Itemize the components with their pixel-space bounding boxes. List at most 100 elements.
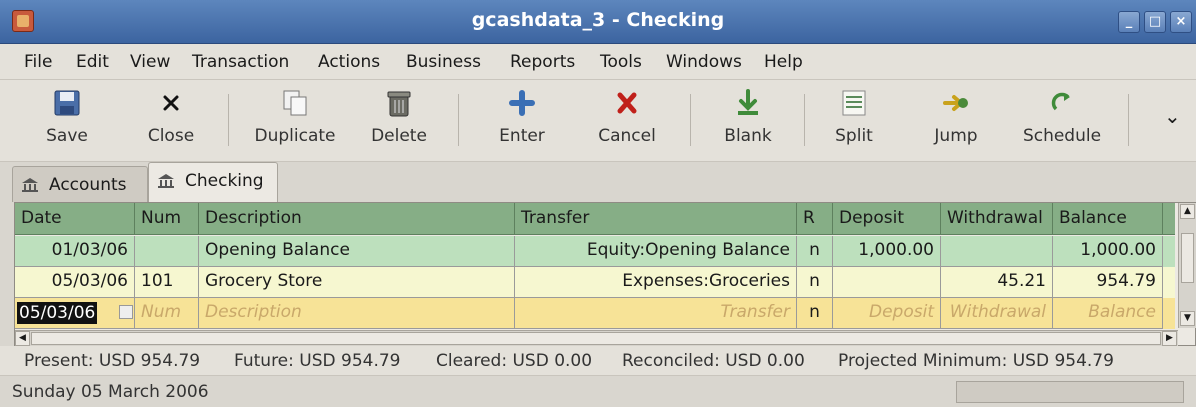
menu-bar: File Edit View Transaction Actions Busin…	[0, 44, 1196, 80]
close-window-button[interactable]: ×	[1170, 11, 1192, 33]
split-button[interactable]: Split	[826, 84, 882, 158]
toolbar-separator	[228, 94, 229, 146]
split-icon	[839, 88, 869, 118]
account-summary-bar: Present: USD 954.79 Future: USD 954.79 C…	[0, 346, 1196, 376]
summary-present: Present: USD 954.79	[24, 351, 201, 371]
cell-description[interactable]: Opening Balance	[199, 236, 515, 267]
column-header-transfer[interactable]: Transfer	[515, 203, 797, 235]
cell-transfer[interactable]: Equity:Opening Balance	[515, 236, 797, 267]
cell-num[interactable]	[135, 236, 199, 267]
column-header-withdrawal[interactable]: Withdrawal	[941, 203, 1053, 235]
table-row[interactable]: 05/03/06 101 Grocery Store Expenses:Groc…	[15, 267, 1175, 298]
duplicate-button[interactable]: Duplicate	[246, 84, 344, 158]
delete-button[interactable]: Delete	[364, 84, 434, 158]
menu-reports[interactable]: Reports	[510, 52, 575, 72]
vertical-scrollbar[interactable]: ▲ ▼	[1178, 203, 1196, 328]
schedule-icon	[1047, 88, 1077, 118]
cell-num[interactable]: 101	[135, 267, 199, 298]
cell-balance: 1,000.00	[1053, 236, 1163, 267]
scroll-down-arrow-icon[interactable]: ▼	[1180, 311, 1195, 326]
column-header-deposit[interactable]: Deposit	[833, 203, 941, 235]
cell-transfer[interactable]: Expenses:Groceries	[515, 267, 797, 298]
schedule-button[interactable]: Schedule	[1018, 84, 1106, 158]
cell-withdrawal[interactable]	[941, 236, 1053, 267]
notebook-tabs: Accounts Checking	[0, 162, 1196, 202]
toolbar-overflow-chevron-icon[interactable]: ⌄	[1164, 104, 1181, 128]
calendar-popup-button[interactable]	[119, 305, 133, 319]
column-header-description[interactable]: Description	[199, 203, 515, 235]
menu-actions[interactable]: Actions	[318, 52, 380, 72]
column-header-reconciled[interactable]: R	[797, 203, 833, 235]
minimize-button[interactable]: _	[1118, 11, 1140, 33]
jump-button[interactable]: Jump	[928, 84, 984, 158]
cancel-button[interactable]: Cancel	[590, 84, 664, 158]
register-grid[interactable]: Date Num Description Transfer R Deposit …	[14, 202, 1196, 346]
bank-icon	[21, 177, 39, 193]
title-bar: gcashdata_3 - Checking _ □ ×	[0, 0, 1196, 44]
toolbar-separator	[1128, 94, 1129, 146]
cell-deposit[interactable]	[833, 267, 941, 298]
cell-num[interactable]: Num	[135, 298, 199, 329]
cell-transfer[interactable]: Transfer	[515, 298, 797, 329]
progress-bar	[956, 381, 1184, 403]
toolbar-separator	[690, 94, 691, 146]
cell-balance: Balance	[1053, 298, 1163, 329]
cell-reconciled[interactable]: n	[797, 236, 833, 267]
status-bar: Sunday 05 March 2006	[0, 377, 1196, 407]
cell-date-editor[interactable]: 05/03/06	[15, 298, 135, 329]
menu-file[interactable]: File	[24, 52, 52, 72]
menu-transaction[interactable]: Transaction	[192, 52, 289, 72]
cell-description[interactable]: Description	[199, 298, 515, 329]
plus-icon	[507, 88, 537, 118]
menu-tools[interactable]: Tools	[600, 52, 642, 72]
toolbar-separator	[804, 94, 805, 146]
blank-transaction-row[interactable]: 05/03/06 Num Description Transfer n Depo…	[15, 298, 1175, 329]
trash-icon	[384, 88, 414, 118]
summary-cleared: Cleared: USD 0.00	[436, 351, 593, 371]
menu-business[interactable]: Business	[406, 52, 481, 72]
cell-date[interactable]: 05/03/06	[15, 267, 135, 298]
cell-withdrawal[interactable]: Withdrawal	[941, 298, 1053, 329]
menu-help[interactable]: Help	[764, 52, 803, 72]
cancel-x-icon	[612, 88, 642, 118]
table-row[interactable]: 01/03/06 Opening Balance Equity:Opening …	[15, 236, 1175, 267]
menu-view[interactable]: View	[130, 52, 170, 72]
cell-deposit[interactable]: Deposit	[833, 298, 941, 329]
menu-edit[interactable]: Edit	[76, 52, 109, 72]
register-header: Date Num Description Transfer R Deposit …	[15, 203, 1175, 235]
tab-accounts[interactable]: Accounts	[12, 166, 148, 202]
vertical-scroll-thumb[interactable]	[1181, 233, 1194, 283]
tab-checking[interactable]: Checking	[148, 162, 278, 202]
toolbar: Save Close Duplicate Delete Enter Cancel	[0, 80, 1196, 162]
scroll-up-arrow-icon[interactable]: ▲	[1180, 204, 1195, 219]
cell-deposit[interactable]: 1,000.00	[833, 236, 941, 267]
jump-icon	[941, 88, 971, 118]
cell-balance: 954.79	[1053, 267, 1163, 298]
cell-description[interactable]: Grocery Store	[199, 267, 515, 298]
save-button[interactable]: Save	[38, 84, 96, 158]
window-title: gcashdata_3 - Checking	[471, 9, 725, 31]
maximize-button[interactable]: □	[1144, 11, 1166, 33]
blank-button[interactable]: Blank	[718, 84, 778, 158]
column-header-num[interactable]: Num	[135, 203, 199, 235]
horizontal-scroll-thumb[interactable]	[31, 332, 1161, 345]
date-input[interactable]: 05/03/06	[17, 302, 98, 324]
close-button[interactable]: Close	[140, 84, 202, 158]
cell-reconciled[interactable]: n	[797, 298, 833, 329]
enter-button[interactable]: Enter	[492, 84, 552, 158]
bank-icon	[157, 173, 175, 189]
close-icon	[156, 88, 186, 118]
toolbar-separator	[458, 94, 459, 146]
scroll-left-arrow-icon[interactable]: ◀	[15, 331, 30, 346]
cell-date[interactable]: 01/03/06	[15, 236, 135, 267]
column-header-balance[interactable]: Balance	[1053, 203, 1163, 235]
scroll-right-arrow-icon[interactable]: ▶	[1162, 331, 1177, 346]
blank-down-arrow-icon	[733, 88, 763, 118]
summary-future: Future: USD 954.79	[234, 351, 401, 371]
duplicate-icon	[280, 88, 310, 118]
column-header-date[interactable]: Date	[15, 203, 135, 235]
menu-windows[interactable]: Windows	[666, 52, 742, 72]
horizontal-scrollbar[interactable]: ◀ ▶	[15, 330, 1178, 346]
cell-withdrawal[interactable]: 45.21	[941, 267, 1053, 298]
cell-reconciled[interactable]: n	[797, 267, 833, 298]
